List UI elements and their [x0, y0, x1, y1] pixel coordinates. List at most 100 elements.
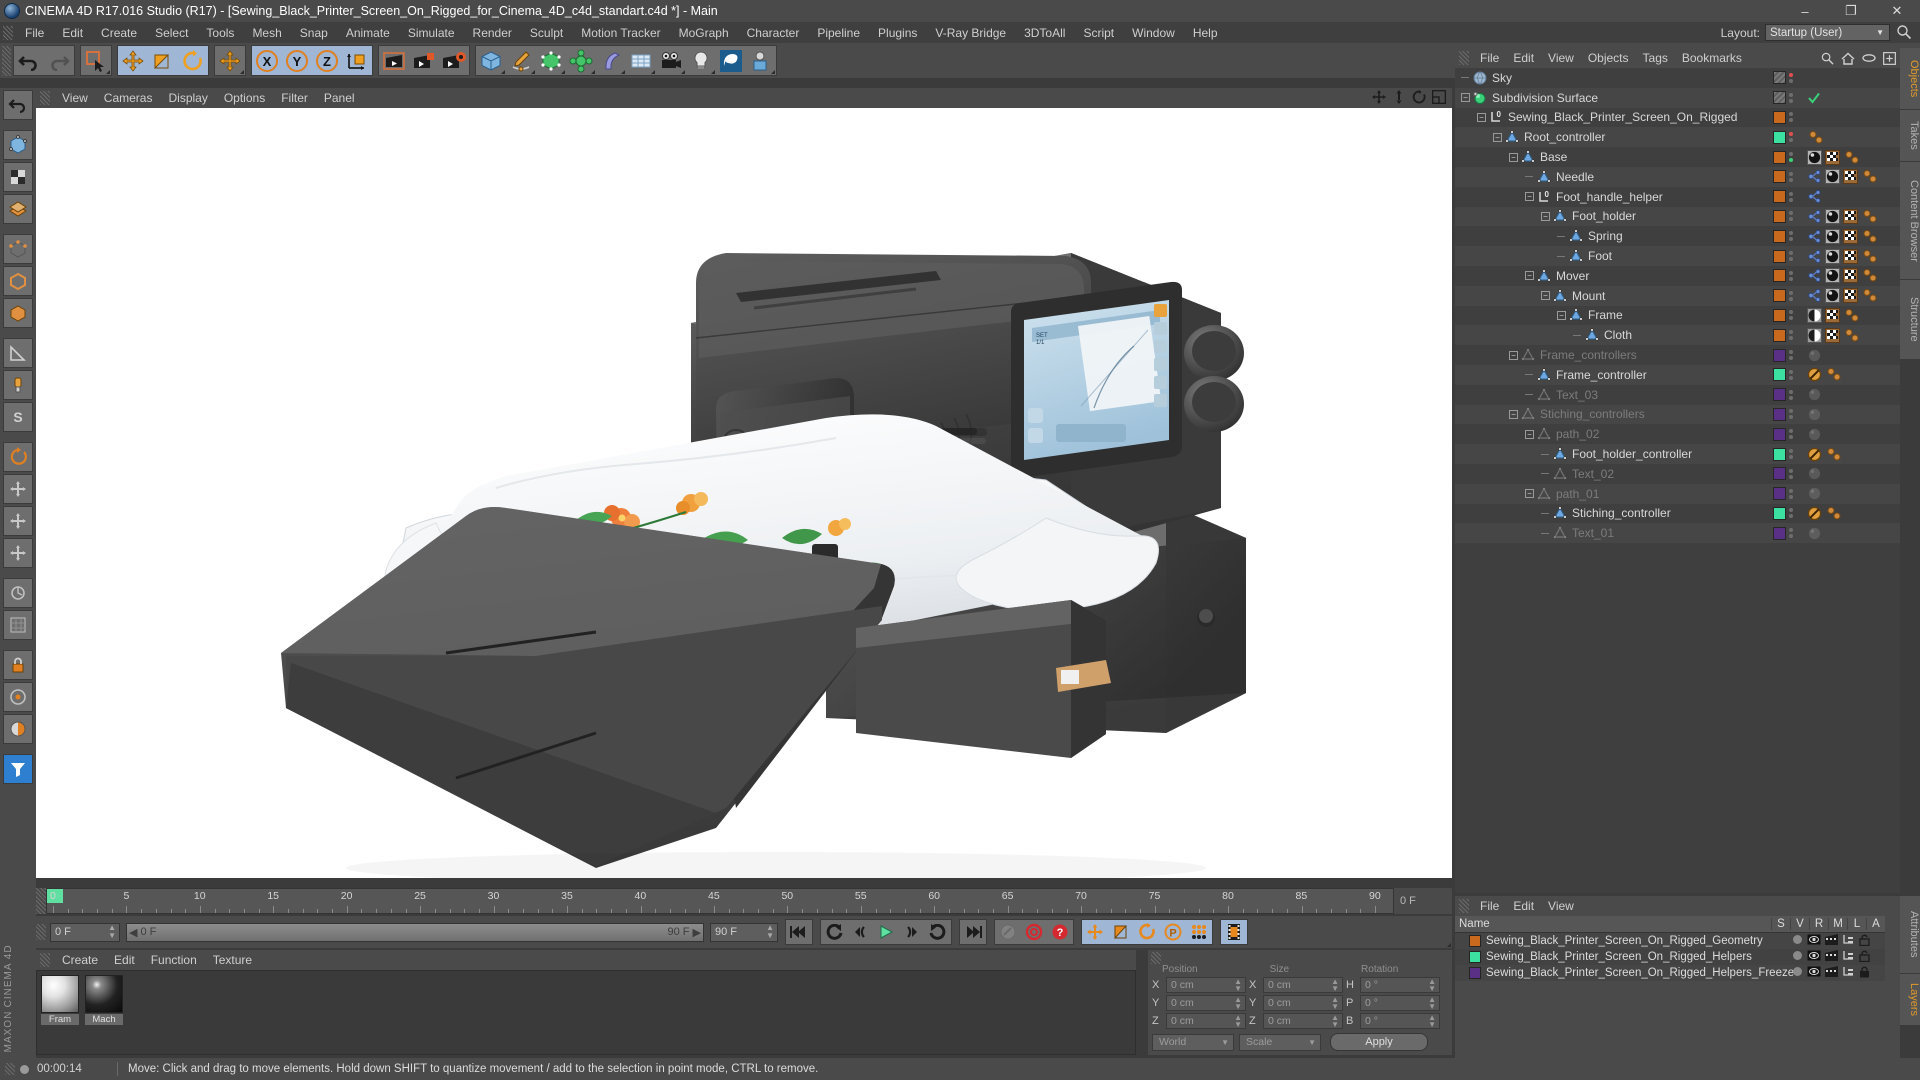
- add-light-button[interactable]: [686, 46, 716, 75]
- menu-item-edit[interactable]: Edit: [53, 24, 92, 42]
- pos-z-field[interactable]: 0 cm ▲ ▼: [1166, 1013, 1246, 1029]
- move-tool-button[interactable]: [118, 46, 148, 75]
- visibility-dots[interactable]: [1789, 231, 1793, 242]
- sculpt-button[interactable]: [716, 46, 746, 75]
- lock-button[interactable]: [3, 650, 33, 680]
- object-name[interactable]: Foot_holder_controller: [1572, 447, 1692, 461]
- uv-tag-icon[interactable]: [1843, 248, 1858, 264]
- quantize-button[interactable]: [3, 578, 33, 608]
- live-selection-button[interactable]: [81, 46, 111, 75]
- axis-lock-y-button[interactable]: [3, 506, 33, 536]
- material-tag-icon[interactable]: [1825, 268, 1840, 284]
- pan-view-icon[interactable]: [1372, 90, 1386, 104]
- start-frame-field[interactable]: 0 F ▲ ▼: [50, 922, 120, 942]
- xpresso-tag-icon[interactable]: [1861, 288, 1879, 303]
- stepper-icon[interactable]: ▲ ▼: [1428, 996, 1436, 1011]
- prev-keyframe-button[interactable]: [821, 920, 847, 944]
- layer-color-swatch[interactable]: [1773, 71, 1786, 85]
- stepper-icon[interactable]: ▲ ▼: [1428, 1014, 1436, 1029]
- right-tab-attributes[interactable]: Attributes: [1900, 896, 1920, 974]
- objmgr-menu-view[interactable]: View: [1541, 50, 1581, 66]
- layer-color-swatch[interactable]: [1773, 209, 1786, 223]
- undo-button[interactable]: [14, 46, 44, 75]
- next-frame-button[interactable]: [899, 920, 925, 944]
- menu-item-select[interactable]: Select: [146, 24, 197, 42]
- visibility-dots[interactable]: [1789, 488, 1793, 499]
- object-name[interactable]: Frame_controllers: [1540, 348, 1637, 362]
- layer-color-swatch[interactable]: [1773, 190, 1786, 204]
- layer-color-swatch[interactable]: [1773, 487, 1786, 501]
- material-menu-create[interactable]: Create: [54, 952, 106, 968]
- layer-list[interactable]: Sewing_Black_Printer_Screen_On_Rigged_Ge…: [1455, 933, 1885, 981]
- uv-tag-icon[interactable]: [1843, 268, 1858, 284]
- layer-color-swatch[interactable]: [1773, 249, 1786, 263]
- objmgr-menu-tags[interactable]: Tags: [1636, 50, 1675, 66]
- layer-color-swatch[interactable]: [1773, 368, 1786, 382]
- object-tree-row[interactable]: − Base: [1455, 147, 1900, 167]
- menu-item-character[interactable]: Character: [738, 24, 809, 42]
- object-name[interactable]: Needle: [1556, 170, 1594, 184]
- disabled-tag-icon[interactable]: [1807, 387, 1822, 402]
- search-icon[interactable]: [1896, 24, 1912, 40]
- phong-tag-icon[interactable]: [1807, 209, 1822, 224]
- menu-item-animate[interactable]: Animate: [337, 24, 399, 42]
- object-tree-row[interactable]: − Stiching_controllers: [1455, 404, 1900, 425]
- rot-p-field[interactable]: 0 ° ▲ ▼: [1360, 995, 1440, 1011]
- axis-lock-x-button[interactable]: [3, 474, 33, 504]
- scale-channel-button[interactable]: [1108, 920, 1134, 944]
- animation-mode-button[interactable]: [1221, 920, 1451, 947]
- objmgr-menu-file[interactable]: File: [1473, 50, 1506, 66]
- visibility-dots[interactable]: [1789, 528, 1793, 539]
- visibility-dots[interactable]: [1789, 72, 1793, 83]
- object-manager-grip[interactable]: [1459, 51, 1469, 65]
- object-tree-row[interactable]: − Mover: [1455, 265, 1900, 286]
- material-menu-edit[interactable]: Edit: [106, 952, 143, 968]
- make-editable-button[interactable]: [3, 130, 33, 160]
- object-name[interactable]: Text_01: [1572, 526, 1614, 540]
- grid-snap-button[interactable]: [3, 610, 33, 640]
- menu-item-script[interactable]: Script: [1074, 24, 1123, 42]
- layer-color-swatch[interactable]: [1773, 348, 1786, 362]
- phong-tag-icon[interactable]: [1807, 268, 1822, 283]
- material-menu-grip[interactable]: [40, 953, 50, 967]
- object-tree-row[interactable]: − path_01: [1455, 483, 1900, 504]
- protection-tag-icon[interactable]: [1807, 447, 1822, 462]
- rot-h-field[interactable]: 0 ° ▲ ▼: [1360, 977, 1440, 993]
- right-tab-layers[interactable]: Layers: [1900, 974, 1920, 1026]
- right-tab-structure[interactable]: Structure: [1900, 280, 1920, 360]
- layer-column-m[interactable]: M: [1828, 918, 1847, 930]
- playback-grip[interactable]: [36, 924, 46, 940]
- visibility-dots[interactable]: [1789, 92, 1793, 103]
- protection-tag-icon[interactable]: [1807, 367, 1822, 382]
- layer-row[interactable]: Sewing_Black_Printer_Screen_On_Rigged_Ge…: [1455, 933, 1885, 949]
- render-settings-button[interactable]: [439, 46, 469, 75]
- render-to-picture-viewer-button[interactable]: [409, 46, 439, 75]
- layer-row[interactable]: Sewing_Black_Printer_Screen_On_Rigged_He…: [1455, 965, 1885, 981]
- object-tree-row[interactable]: − Foot_holder: [1455, 206, 1900, 227]
- viewport-menu-options[interactable]: Options: [216, 90, 273, 106]
- keyframe-selection-button[interactable]: ?: [1047, 920, 1073, 944]
- time-range-slider[interactable]: ◀ 0 F 90 F ▶: [126, 922, 704, 942]
- disabled-tag-icon[interactable]: [1807, 466, 1822, 481]
- size-x-field[interactable]: 0 cm ▲ ▼: [1263, 977, 1343, 993]
- tree-collapse-toggle[interactable]: −: [1525, 429, 1534, 439]
- tree-collapse-toggle[interactable]: −: [1493, 132, 1502, 142]
- layer-color-swatch[interactable]: [1773, 110, 1786, 124]
- tree-collapse-toggle[interactable]: −: [1477, 112, 1486, 122]
- render-toggle[interactable]: [1825, 966, 1838, 980]
- model-mode-button[interactable]: [3, 162, 33, 192]
- object-name[interactable]: Root_controller: [1524, 130, 1605, 144]
- layer-color-swatch[interactable]: [1773, 506, 1786, 520]
- visibility-dots[interactable]: [1789, 449, 1793, 460]
- menu-item-simulate[interactable]: Simulate: [399, 24, 464, 42]
- objmgr-menu-bookmarks[interactable]: Bookmarks: [1675, 50, 1749, 66]
- render-view-button[interactable]: [379, 46, 409, 75]
- pos-y-field[interactable]: 0 cm ▲ ▼: [1166, 995, 1246, 1011]
- layer-color-swatch[interactable]: [1773, 526, 1786, 540]
- object-tree-row[interactable]: − 0 Sewing_Black_Printer_Screen_On_Rigged: [1455, 107, 1900, 128]
- menu-item-file[interactable]: File: [16, 24, 53, 42]
- record-active-objects-button[interactable]: [995, 920, 1021, 944]
- right-tab-content-browser[interactable]: Content Browser: [1900, 162, 1920, 280]
- viewport-menu-filter[interactable]: Filter: [273, 90, 316, 106]
- layout-dropdown[interactable]: Startup (User) ▼: [1765, 24, 1890, 41]
